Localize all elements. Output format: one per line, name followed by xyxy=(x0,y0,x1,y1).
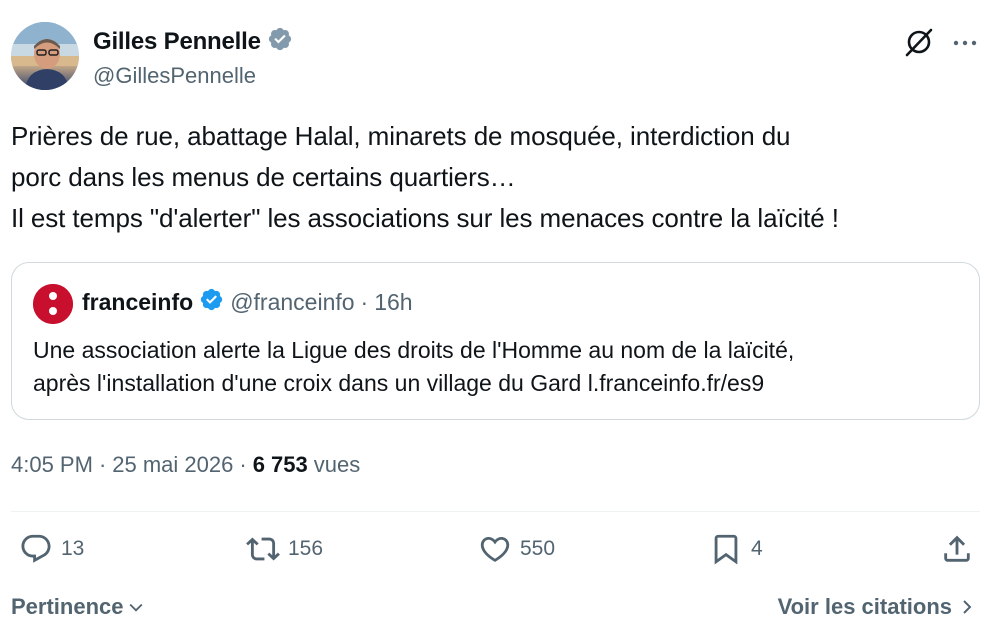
separator-dot: · xyxy=(360,289,369,315)
author-handle[interactable]: @GillesPennelle xyxy=(93,63,256,89)
tweet-date[interactable]: 25 mai 2026 xyxy=(112,452,233,478)
heart-icon xyxy=(480,536,510,562)
tweet-meta: 4:05 PM · 25 mai 2026 · 6 753 vues xyxy=(11,452,360,478)
tweet-text: Prières de rue, abattage Halal, minarets… xyxy=(11,121,839,233)
grok-icon[interactable] xyxy=(903,26,935,58)
share-button[interactable] xyxy=(940,532,974,566)
views-label: vues xyxy=(313,452,361,477)
like-count: 550 xyxy=(520,537,556,560)
avatar[interactable] xyxy=(11,22,79,90)
tweet-time[interactable]: 4:05 PM xyxy=(11,452,93,478)
reply-icon xyxy=(21,534,51,563)
chevron-right-icon xyxy=(963,600,972,614)
quoted-author-handle[interactable]: @franceinfo xyxy=(230,289,354,316)
divider xyxy=(11,511,980,512)
avatar-photo xyxy=(11,22,79,90)
chevron-down-icon xyxy=(129,603,142,612)
like-button[interactable]: 550 xyxy=(478,532,555,566)
verified-badge-icon xyxy=(267,26,293,57)
author-name-row[interactable]: Gilles Pennelle xyxy=(93,26,293,57)
action-bar: 13 156 550 4 xyxy=(0,532,1004,572)
more-options-icon[interactable] xyxy=(950,28,980,58)
separator-dot: · xyxy=(239,452,247,477)
sort-dropdown[interactable]: Pertinence xyxy=(11,594,146,620)
quoted-tweet-header: franceinfo @franceinfo · 16h xyxy=(82,287,413,318)
quoted-tweet-card[interactable]: franceinfo @franceinfo · 16h Une associa… xyxy=(11,262,980,420)
separator-dot: · xyxy=(98,452,107,477)
bookmark-count: 4 xyxy=(751,537,763,560)
verified-badge-icon xyxy=(199,287,224,318)
reply-count: 13 xyxy=(61,537,85,560)
quoted-author-name[interactable]: franceinfo xyxy=(82,289,193,316)
view-quotes-label: Voir les citations xyxy=(777,594,952,619)
share-icon xyxy=(944,535,970,562)
author-name[interactable]: Gilles Pennelle xyxy=(93,28,261,56)
retweet-button[interactable]: 156 xyxy=(246,532,323,566)
reply-button[interactable]: 13 xyxy=(19,532,84,566)
retweet-icon xyxy=(246,537,280,561)
quoted-tweet-time[interactable]: 16h xyxy=(374,289,412,316)
quoted-tweet-text: Une association alerte la Ligue des droi… xyxy=(33,337,795,396)
view-quotes-link[interactable]: Voir les citations xyxy=(778,594,976,620)
views-count: 6 753 xyxy=(252,452,308,477)
bookmark-icon xyxy=(714,534,738,565)
bookmark-button[interactable]: 4 xyxy=(709,532,763,566)
retweet-count: 156 xyxy=(288,537,324,560)
sort-label: Pertinence xyxy=(11,594,124,619)
franceinfo-logo xyxy=(33,284,73,324)
